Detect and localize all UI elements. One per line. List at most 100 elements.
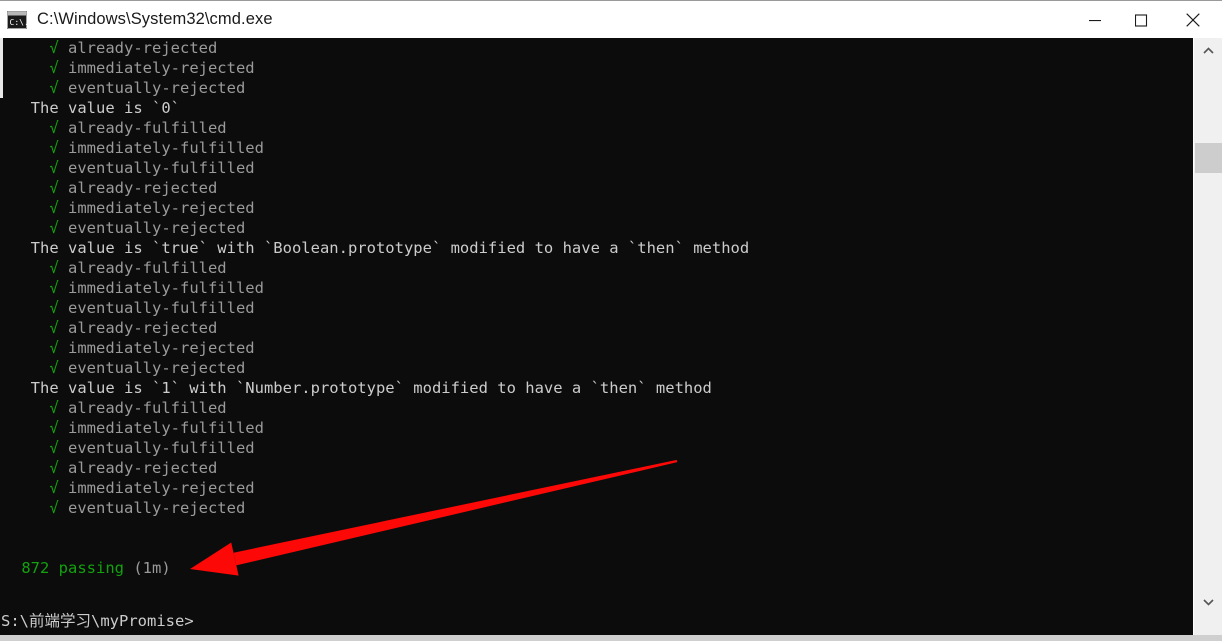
minimize-button[interactable] bbox=[1072, 1, 1118, 39]
checkmark-icon: √ bbox=[49, 219, 68, 237]
line-text: eventually-fulfilled bbox=[68, 299, 255, 317]
line-text: eventually-fulfilled bbox=[68, 439, 255, 457]
line-text: immediately-rejected bbox=[68, 59, 255, 77]
test-result-line: √ already-rejected bbox=[3, 38, 1193, 58]
line-text: immediately-rejected bbox=[68, 199, 255, 217]
checkmark-icon: √ bbox=[49, 279, 68, 297]
duration-label: (1m) bbox=[133, 559, 171, 577]
close-button[interactable] bbox=[1164, 1, 1222, 39]
line-text: immediately-fulfilled bbox=[68, 419, 264, 437]
scrollbar-thumb[interactable] bbox=[1195, 143, 1222, 173]
checkmark-icon: √ bbox=[49, 79, 68, 97]
test-result-line: √ already-fulfilled bbox=[3, 258, 1193, 278]
prompt-path: S:\前端学习\myPromise> bbox=[1, 612, 194, 630]
checkmark-icon: √ bbox=[49, 39, 68, 57]
line-text: already-rejected bbox=[68, 179, 218, 197]
close-icon bbox=[1186, 13, 1200, 27]
chevron-down-icon bbox=[1202, 599, 1214, 606]
test-group-heading: The value is `1` with `Number.prototype`… bbox=[3, 378, 1193, 398]
cmd-console-icon: C:\. bbox=[6, 10, 29, 29]
line-text: eventually-rejected bbox=[68, 499, 246, 517]
line-text: The value is `0` bbox=[30, 99, 180, 117]
checkmark-icon: √ bbox=[49, 479, 68, 497]
window-bottom-edge bbox=[0, 635, 1222, 641]
line-text: eventually-rejected bbox=[68, 219, 246, 237]
test-result-line: √ eventually-fulfilled bbox=[3, 438, 1193, 458]
chevron-up-icon bbox=[1202, 47, 1214, 54]
scroll-up-button[interactable] bbox=[1194, 40, 1222, 62]
caption-button-group bbox=[1072, 1, 1222, 39]
line-text: immediately-rejected bbox=[68, 339, 255, 357]
summary-indent bbox=[12, 559, 21, 577]
test-result-line: √ eventually-fulfilled bbox=[3, 158, 1193, 178]
minimize-icon bbox=[1088, 19, 1101, 21]
vertical-scrollbar[interactable] bbox=[1193, 38, 1222, 635]
test-result-line: √ already-fulfilled bbox=[3, 398, 1193, 418]
window-title: C:\Windows\System32\cmd.exe bbox=[37, 10, 273, 28]
terminal-text: √ already-rejected √ immediately-rejecte… bbox=[3, 38, 1193, 635]
line-text: immediately-rejected bbox=[68, 479, 255, 497]
line-text: The value is `1` with `Number.prototype`… bbox=[30, 379, 712, 397]
test-result-line: √ immediately-fulfilled bbox=[3, 278, 1193, 298]
test-result-line: √ already-rejected bbox=[3, 178, 1193, 198]
test-result-line: √ eventually-rejected bbox=[3, 498, 1193, 518]
console-output-area[interactable]: √ already-rejected √ immediately-rejecte… bbox=[0, 38, 1222, 635]
checkmark-icon: √ bbox=[49, 139, 68, 157]
svg-text:C:\.: C:\. bbox=[10, 18, 28, 27]
line-text: eventually-rejected bbox=[68, 359, 246, 377]
checkmark-icon: √ bbox=[49, 319, 68, 337]
checkmark-icon: √ bbox=[49, 459, 68, 477]
test-result-line: √ immediately-rejected bbox=[3, 58, 1193, 78]
line-text: eventually-rejected bbox=[68, 79, 246, 97]
test-group-heading: The value is `true` with `Boolean.protot… bbox=[3, 238, 1193, 258]
checkmark-icon: √ bbox=[49, 439, 68, 457]
test-result-line: √ immediately-fulfilled bbox=[3, 138, 1193, 158]
title-bar[interactable]: C:\. C:\Windows\System32\cmd.exe bbox=[0, 0, 1222, 38]
checkmark-icon: √ bbox=[49, 359, 68, 377]
line-text: immediately-fulfilled bbox=[68, 139, 264, 157]
line-text: already-rejected bbox=[68, 319, 218, 337]
line-text: immediately-fulfilled bbox=[68, 279, 264, 297]
checkmark-icon: √ bbox=[49, 339, 68, 357]
scroll-down-button[interactable] bbox=[1194, 591, 1222, 613]
test-result-line: √ immediately-rejected bbox=[3, 478, 1193, 498]
checkmark-icon: √ bbox=[49, 399, 68, 417]
test-result-line: √ already-rejected bbox=[3, 458, 1193, 478]
passing-count: 872 passing bbox=[21, 559, 134, 577]
cmd-window: C:\. C:\Windows\System32\cmd.exe √ alrea… bbox=[0, 0, 1222, 641]
line-text: already-fulfilled bbox=[68, 119, 227, 137]
test-result-line: √ immediately-rejected bbox=[3, 338, 1193, 358]
maximize-button[interactable] bbox=[1118, 1, 1164, 39]
line-text: already-fulfilled bbox=[68, 259, 227, 277]
checkmark-icon: √ bbox=[49, 199, 68, 217]
line-text: already-rejected bbox=[68, 39, 218, 57]
checkmark-icon: √ bbox=[49, 119, 68, 137]
prompt-row[interactable]: S:\前端学习\myPromise> bbox=[0, 607, 1193, 635]
checkmark-icon: √ bbox=[49, 59, 68, 77]
test-result-line: √ eventually-rejected bbox=[3, 218, 1193, 238]
checkmark-icon: √ bbox=[49, 159, 68, 177]
checkmark-icon: √ bbox=[49, 499, 68, 517]
checkmark-icon: √ bbox=[49, 179, 68, 197]
test-summary-line: 872 passing (1m) bbox=[3, 558, 1193, 578]
checkmark-icon: √ bbox=[49, 419, 68, 437]
